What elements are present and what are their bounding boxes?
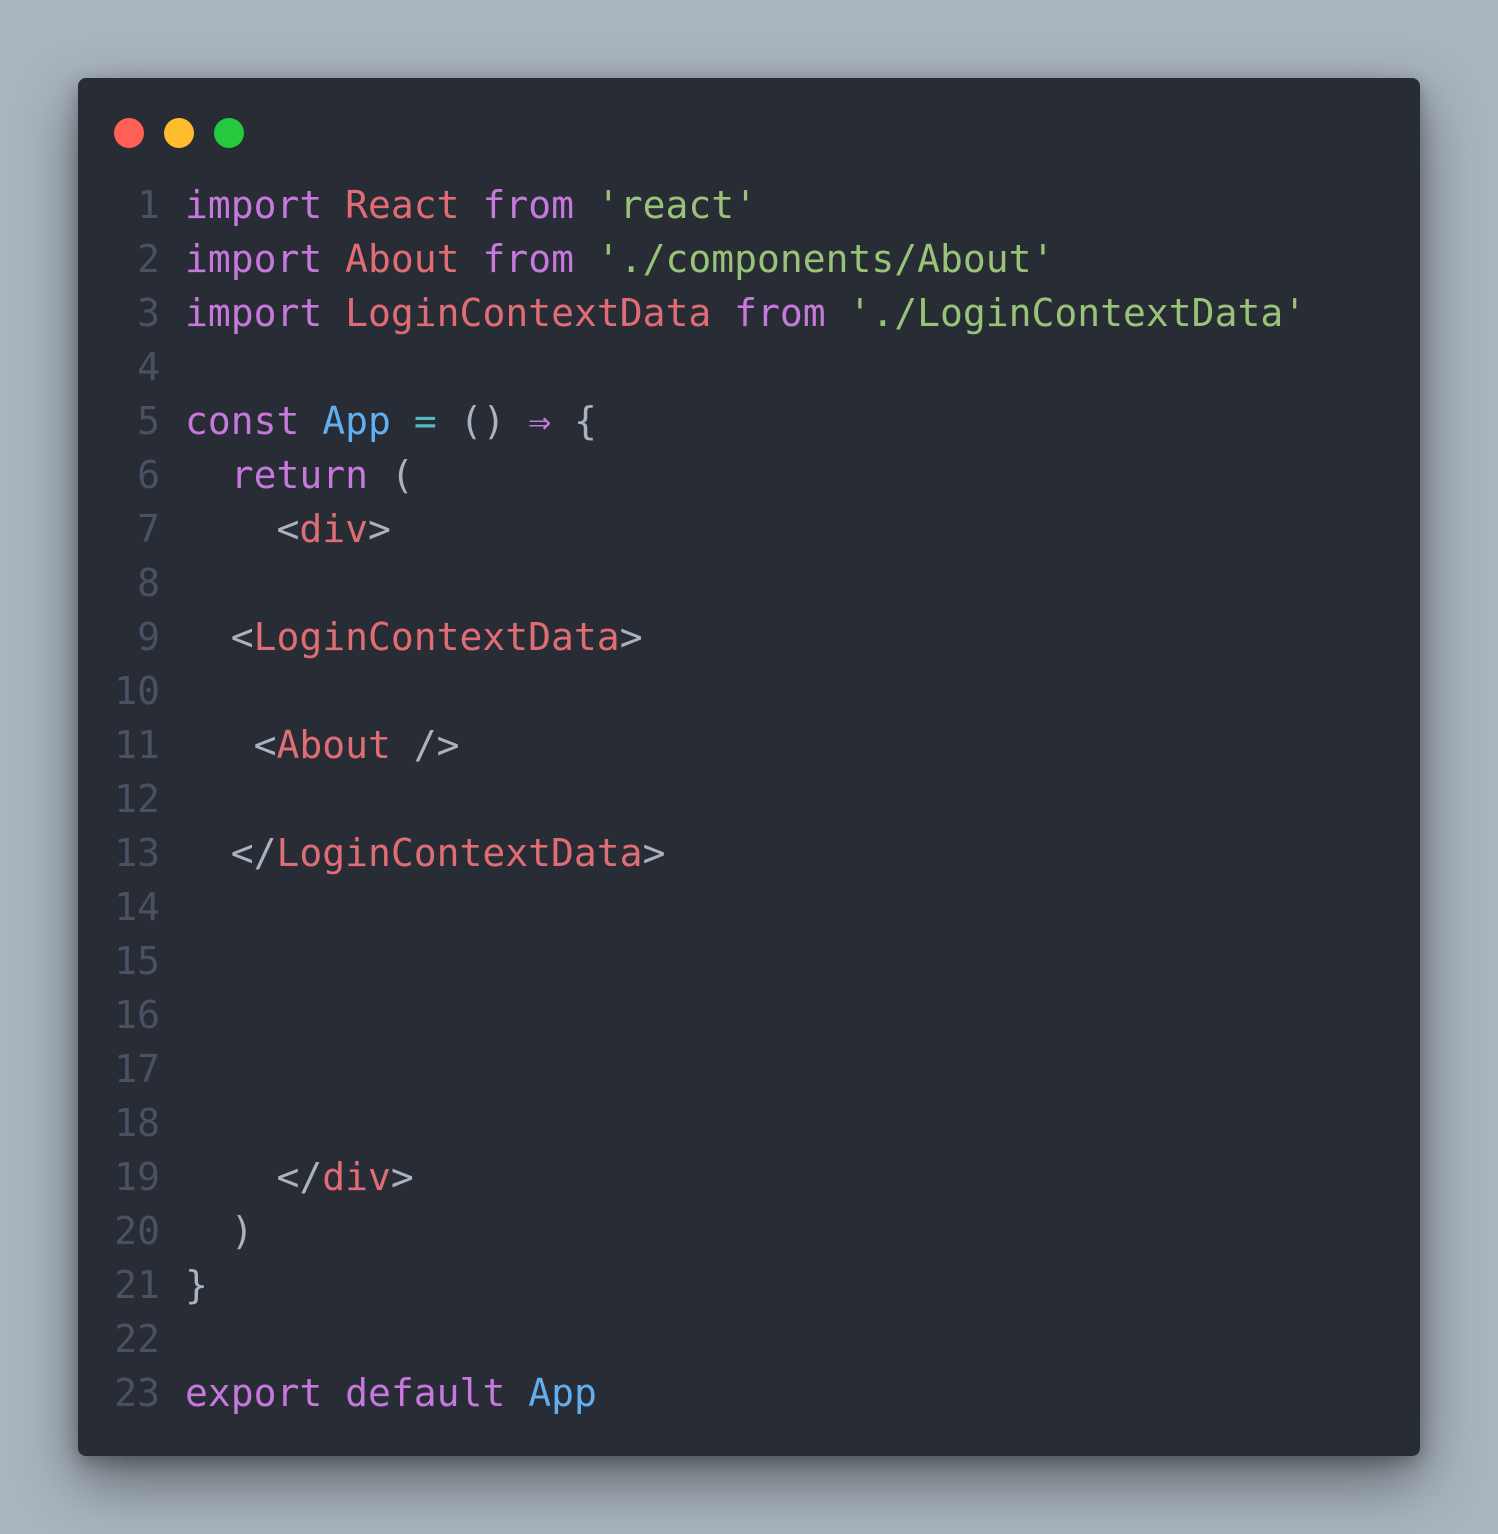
code-token: const (185, 399, 300, 443)
code-token: LoginContextData (276, 831, 643, 875)
code-token: React (345, 183, 460, 227)
code-token: } (185, 1263, 208, 1307)
code-token: > (368, 507, 391, 551)
code-token: import (185, 183, 323, 227)
line-number: 2 (137, 237, 160, 281)
code-window: 1 import React from 'react' 2 import About … (78, 78, 1420, 1456)
code-token: () (436, 399, 529, 443)
code-token: App (528, 1371, 597, 1415)
window-controls (114, 118, 264, 148)
code-token: < (185, 723, 277, 767)
line-number: 7 (137, 507, 160, 551)
line-number: 15 (114, 939, 160, 983)
code-token: default (345, 1371, 506, 1415)
code-token: { (551, 399, 597, 443)
line-number: 9 (137, 615, 160, 659)
code-token: /> (390, 723, 460, 767)
code-token: ⇒ (528, 399, 552, 443)
line-number: 22 (114, 1317, 160, 1361)
line-source: ) (185, 1204, 254, 1258)
code-token: from (482, 183, 574, 227)
code-token: from (482, 237, 574, 281)
line-source: import LoginContextData from './LoginCon… (185, 286, 1306, 340)
code-token: </ (185, 831, 277, 875)
code-token: App (322, 399, 391, 443)
code-token: './components/About' (596, 237, 1055, 281)
line-number: 19 (114, 1155, 160, 1199)
code-token: LoginContextData (253, 615, 620, 659)
line-number: 4 (137, 345, 160, 389)
code-token: > (642, 831, 666, 875)
line-source: return ( (185, 448, 414, 502)
line-source: <LoginContextData> (185, 610, 643, 664)
code-token: 'react' (596, 183, 758, 227)
line-number: 21 (114, 1263, 160, 1307)
line-number: 16 (114, 993, 160, 1037)
line-number: 3 (137, 291, 160, 335)
line-source: import About from './components/About' (185, 232, 1054, 286)
line-source: <div> (185, 502, 391, 556)
code-token: import (185, 291, 323, 335)
code-token: div (322, 1155, 391, 1199)
line-source: const App = () ⇒ { (185, 394, 597, 448)
line-number: 12 (114, 777, 160, 821)
line-source: export default App (185, 1366, 597, 1420)
line-source: </LoginContextData> (185, 826, 666, 880)
code-token: < (185, 507, 300, 551)
line-number: 13 (114, 831, 160, 875)
line-source: import React from 'react' (185, 178, 757, 232)
code-token: > (619, 615, 643, 659)
minimize-button[interactable] (164, 118, 194, 148)
code-token: ( (368, 453, 414, 497)
code-token: < (185, 615, 254, 659)
line-number: 1 (137, 183, 160, 227)
code-token: from (734, 291, 826, 335)
code-token: = (413, 399, 437, 443)
line-number: 5 (137, 399, 160, 443)
maximize-button[interactable] (214, 118, 244, 148)
line-number: 18 (114, 1101, 160, 1145)
code-token: './LoginContextData' (848, 291, 1307, 335)
line-number: 6 (137, 453, 160, 497)
line-number: 23 (114, 1371, 160, 1415)
line-number: 20 (114, 1209, 160, 1253)
code-token: ) (185, 1209, 254, 1253)
line-source: } (185, 1258, 208, 1312)
code-token: return (230, 453, 369, 497)
code-token: import (185, 237, 323, 281)
line-number: 11 (114, 723, 160, 767)
code-token: export (185, 1371, 323, 1415)
code-token: LoginContextData (345, 291, 712, 335)
code-token: </ (185, 1155, 323, 1199)
close-button[interactable] (114, 118, 144, 148)
code-token: About (345, 237, 460, 281)
line-number: 17 (114, 1047, 160, 1091)
code-token: div (299, 507, 369, 551)
line-number: 14 (114, 885, 160, 929)
code-token: About (276, 723, 391, 767)
line-number: 8 (137, 561, 160, 605)
line-number: 10 (114, 669, 160, 713)
line-source: </div> (185, 1150, 414, 1204)
code-token: > (390, 1155, 414, 1199)
line-source: <About /> (185, 718, 460, 772)
